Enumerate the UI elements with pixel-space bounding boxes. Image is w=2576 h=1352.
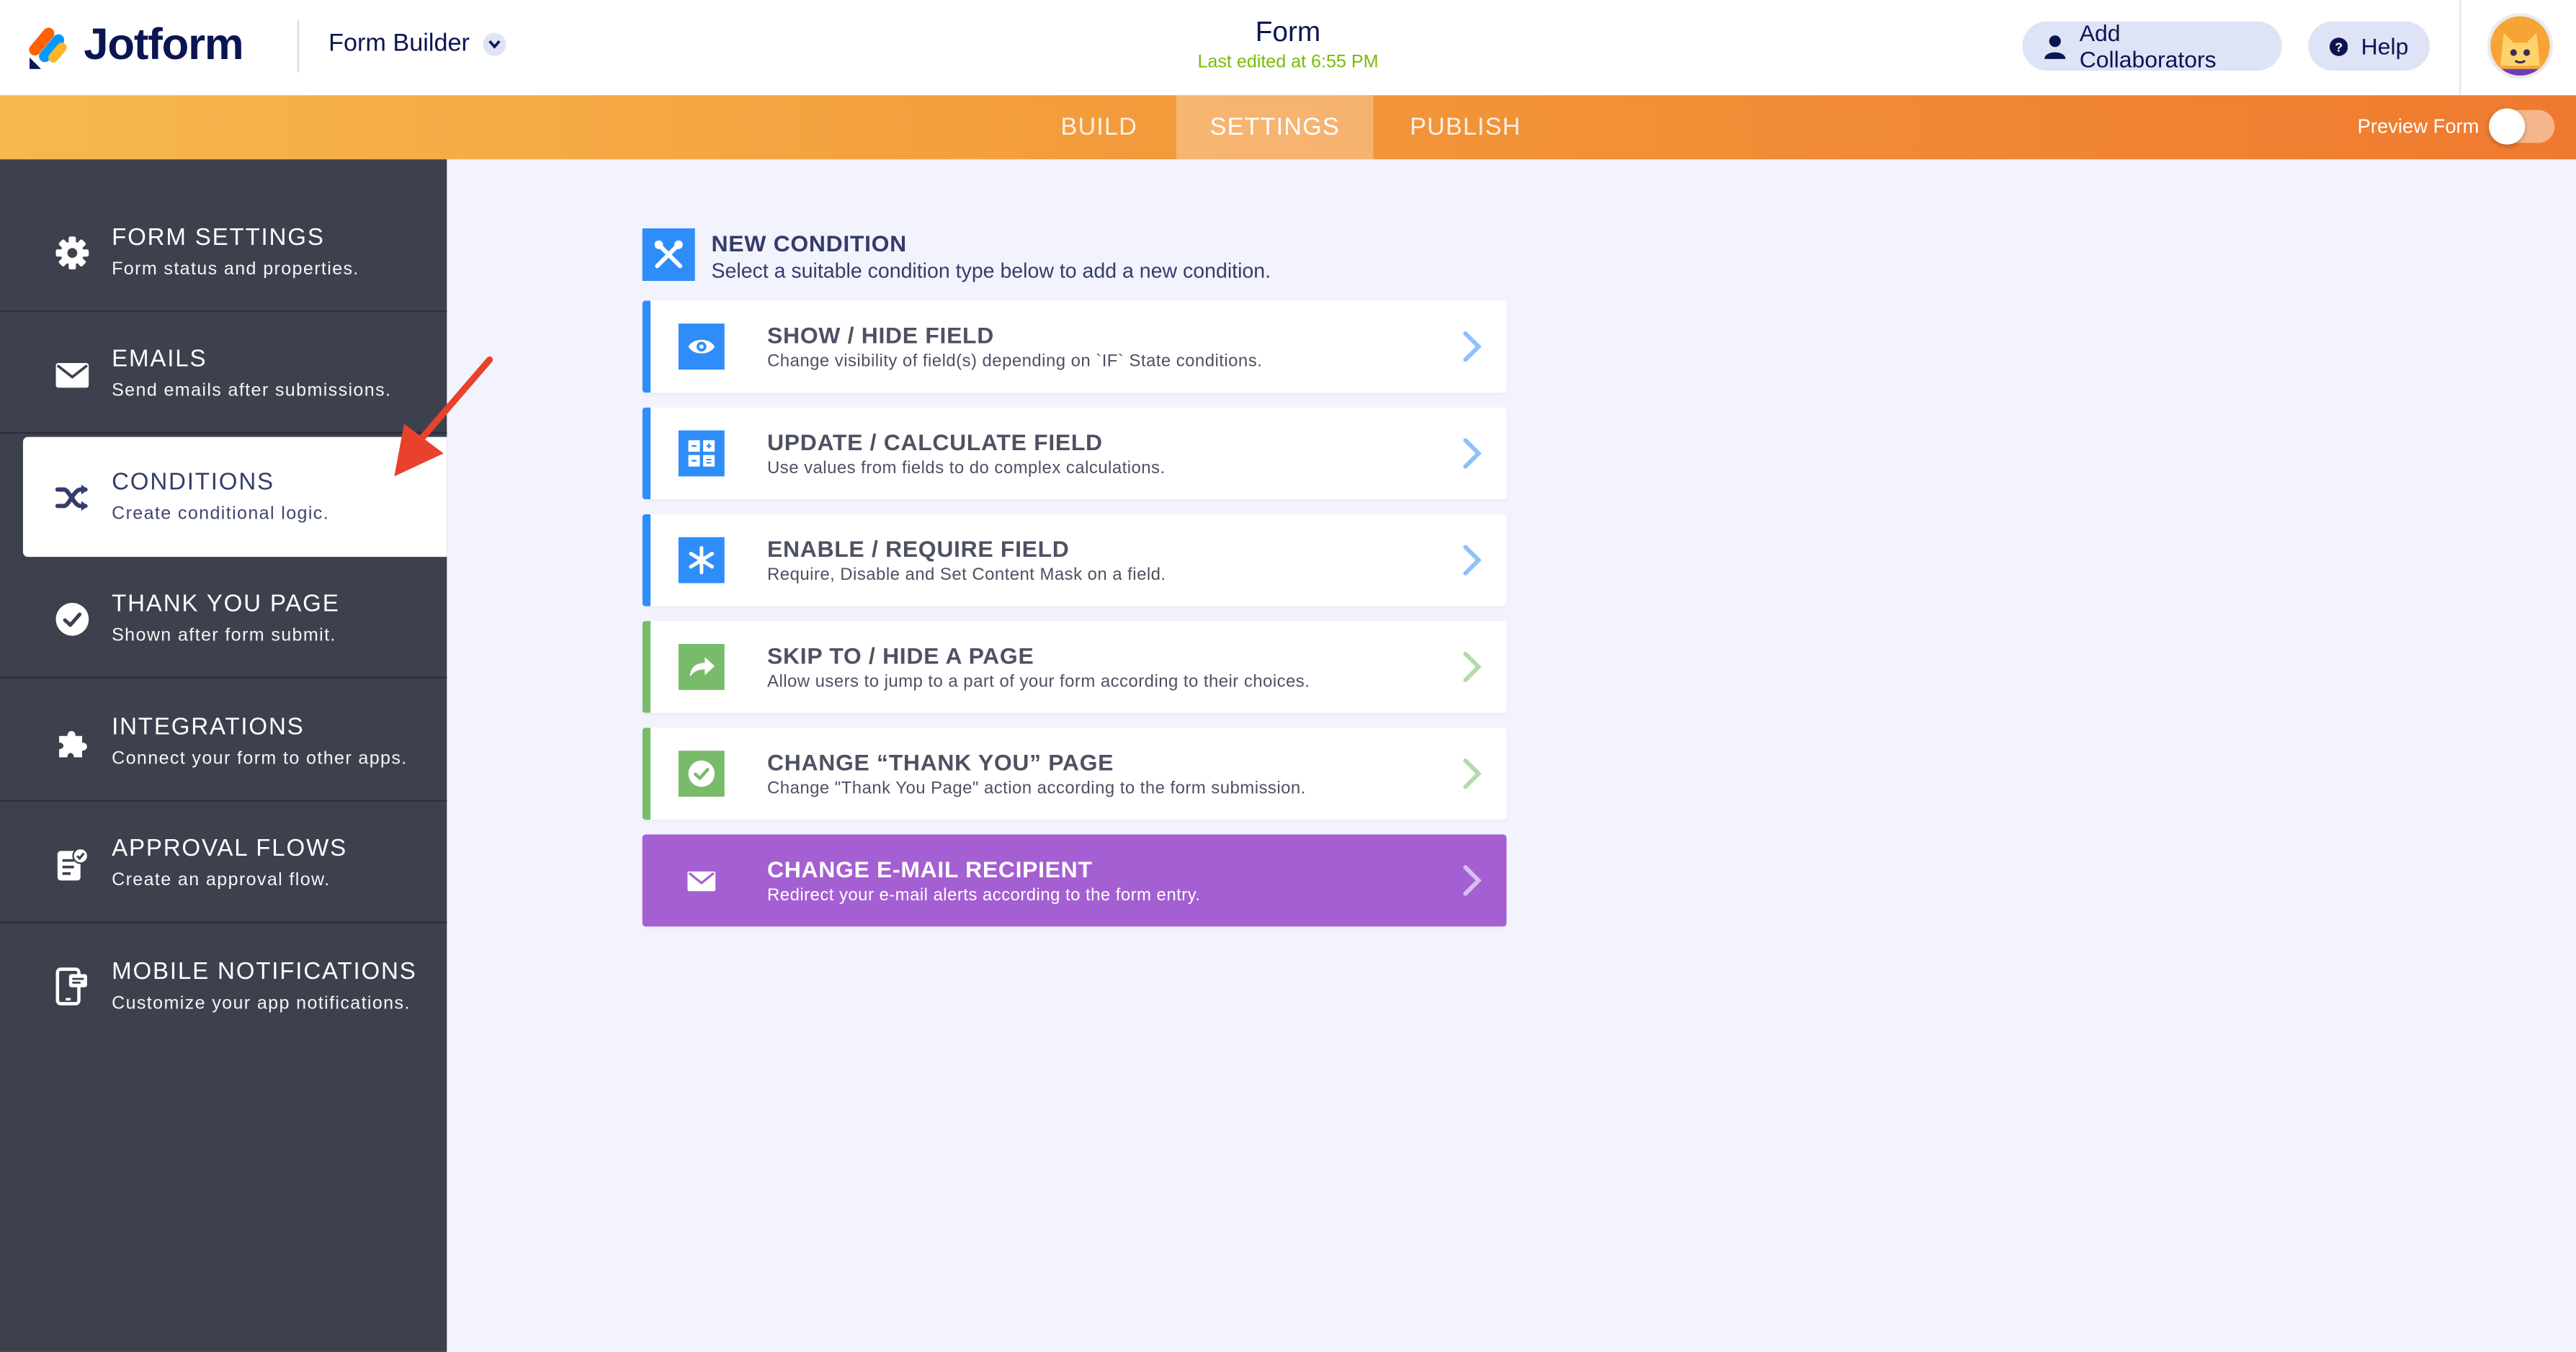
tools-icon bbox=[654, 240, 683, 269]
user-icon bbox=[2044, 34, 2066, 58]
sidebar-item-mobile-notifications[interactable]: MOBILE NOTIFICATIONS Customize your app … bbox=[0, 926, 447, 1046]
condition-change-email-recipient[interactable]: CHANGE E-MAIL RECIPIENT Redirect your e-… bbox=[642, 834, 1507, 927]
sidebar-item-title: EMAILS bbox=[112, 346, 207, 373]
help-label: Help bbox=[2361, 32, 2409, 60]
header-divider-right bbox=[2459, 0, 2461, 96]
condition-skip-hide-page[interactable]: SKIP TO / HIDE A PAGE Allow users to jum… bbox=[642, 621, 1507, 713]
condition-subtitle: Change visibility of field(s) depending … bbox=[767, 352, 1263, 372]
toggle-knob bbox=[2489, 108, 2526, 145]
sidebar-item-subtitle: Form status and properties. bbox=[112, 259, 359, 279]
condition-title: SKIP TO / HIDE A PAGE bbox=[767, 642, 1034, 669]
new-condition-icon bbox=[642, 228, 695, 281]
check-circle-icon bbox=[678, 751, 725, 797]
add-collaborators-button[interactable]: Add Collaborators bbox=[2022, 19, 2282, 73]
condition-subtitle: Require, Disable and Set Content Mask on… bbox=[767, 565, 1166, 585]
sidebar-item-thank-you-page[interactable]: THANK YOU PAGE Shown after form submit. bbox=[0, 558, 447, 679]
sidebar-item-title: THANK YOU PAGE bbox=[112, 591, 340, 618]
chevron-right-icon bbox=[1463, 865, 1482, 896]
condition-title: ENABLE / REQUIRE FIELD bbox=[767, 535, 1070, 562]
user-avatar[interactable] bbox=[2487, 13, 2554, 79]
condition-subtitle: Allow users to jump to a part of your fo… bbox=[767, 671, 1310, 692]
new-condition-subtitle: Select a suitable condition type below t… bbox=[711, 259, 1271, 283]
preview-form-toggle[interactable] bbox=[2489, 108, 2555, 145]
jotform-logo[interactable]: Jotform bbox=[26, 19, 244, 71]
calculator-icon bbox=[678, 430, 725, 477]
brand-name: Jotform bbox=[84, 19, 243, 69]
shuffle-icon bbox=[55, 484, 89, 511]
tab-settings[interactable]: SETTINGS bbox=[1176, 95, 1374, 160]
condition-subtitle: Use values from fields to do complex cal… bbox=[767, 458, 1166, 478]
eye-icon bbox=[678, 323, 725, 370]
check-circle-icon bbox=[55, 602, 89, 636]
sidebar-item-title: INTEGRATIONS bbox=[112, 715, 305, 741]
form-builder-label: Form Builder bbox=[328, 30, 470, 58]
chevron-right-icon bbox=[1463, 438, 1482, 469]
approval-icon bbox=[57, 847, 89, 881]
chevron-down-icon bbox=[483, 32, 506, 55]
condition-subtitle: Redirect your e-mail alerts according to… bbox=[767, 885, 1201, 905]
help-button[interactable]: ? Help bbox=[2308, 21, 2430, 71]
preview-form-label: Preview Form bbox=[2357, 115, 2479, 138]
top-header: Jotform Form Builder Form Last edited at… bbox=[0, 0, 2576, 97]
sidebar-item-integrations[interactable]: INTEGRATIONS Connect your form to other … bbox=[0, 681, 447, 802]
sidebar-item-subtitle: Connect your form to other apps. bbox=[112, 748, 408, 769]
condition-show-hide-field[interactable]: SHOW / HIDE FIELD Change visibility of f… bbox=[642, 300, 1507, 393]
asterisk-icon bbox=[678, 537, 725, 583]
sidebar-item-subtitle: Customize your app notifications. bbox=[112, 993, 411, 1014]
sidebar-item-subtitle: Send emails after submissions. bbox=[112, 381, 392, 401]
settings-sidebar: FORM SETTINGS Form status and properties… bbox=[0, 159, 447, 1352]
condition-change-thank-you-page[interactable]: CHANGE “THANK YOU” PAGE Change "Thank Yo… bbox=[642, 728, 1507, 820]
chevron-right-icon bbox=[1463, 545, 1482, 576]
chevron-right-icon bbox=[1463, 651, 1482, 683]
mobile-icon bbox=[55, 967, 87, 1006]
chevron-right-icon bbox=[1463, 758, 1482, 789]
form-builder-dropdown[interactable]: Form Builder bbox=[328, 30, 506, 58]
sidebar-item-subtitle: Shown after form submit. bbox=[112, 625, 336, 646]
avatar-cat-icon bbox=[2490, 16, 2550, 76]
settings-navbar: BUILD SETTINGS PUBLISH Preview Form bbox=[0, 95, 2576, 160]
sidebar-item-emails[interactable]: EMAILS Send emails after submissions. bbox=[0, 314, 447, 434]
sidebar-item-title: APPROVAL FLOWS bbox=[112, 836, 347, 863]
help-icon: ? bbox=[2329, 37, 2348, 55]
gear-icon bbox=[55, 236, 89, 270]
tab-build[interactable]: BUILD bbox=[1022, 95, 1176, 159]
tab-publish[interactable]: PUBLISH bbox=[1377, 95, 1554, 159]
header-divider bbox=[297, 19, 300, 73]
condition-title: UPDATE / CALCULATE FIELD bbox=[767, 429, 1103, 455]
sidebar-item-subtitle: Create an approval flow. bbox=[112, 870, 331, 891]
add-collaborators-label: Add Collaborators bbox=[2079, 19, 2217, 73]
condition-title: SHOW / HIDE FIELD bbox=[767, 321, 995, 349]
sidebar-item-title: CONDITIONS bbox=[112, 470, 274, 496]
condition-enable-require-field[interactable]: ENABLE / REQUIRE FIELD Require, Disable … bbox=[642, 514, 1507, 606]
envelope-icon bbox=[55, 363, 89, 388]
sidebar-item-title: FORM SETTINGS bbox=[112, 225, 325, 251]
sidebar-item-form-settings[interactable]: FORM SETTINGS Form status and properties… bbox=[0, 192, 447, 313]
condition-title: CHANGE E-MAIL RECIPIENT bbox=[767, 856, 1093, 882]
condition-update-calculate-field[interactable]: UPDATE / CALCULATE FIELD Use values from… bbox=[642, 407, 1507, 500]
sidebar-item-title: MOBILE NOTIFICATIONS bbox=[112, 959, 417, 986]
annotation-arrow bbox=[394, 356, 493, 477]
new-condition-title: NEW CONDITION bbox=[711, 230, 907, 256]
sidebar-item-subtitle: Create conditional logic. bbox=[112, 504, 330, 524]
envelope-icon bbox=[679, 857, 725, 903]
jotform-logo-icon bbox=[29, 27, 67, 68]
puzzle-icon bbox=[59, 730, 87, 758]
condition-subtitle: Change "Thank You Page" action according… bbox=[767, 779, 1306, 799]
share-arrow-icon bbox=[678, 643, 725, 690]
condition-title: CHANGE “THANK YOU” PAGE bbox=[767, 748, 1114, 776]
sidebar-item-approval-flows[interactable]: APPROVAL FLOWS Create an approval flow. bbox=[0, 803, 447, 923]
chevron-right-icon bbox=[1463, 331, 1482, 362]
svg-text:?: ? bbox=[2335, 39, 2343, 53]
